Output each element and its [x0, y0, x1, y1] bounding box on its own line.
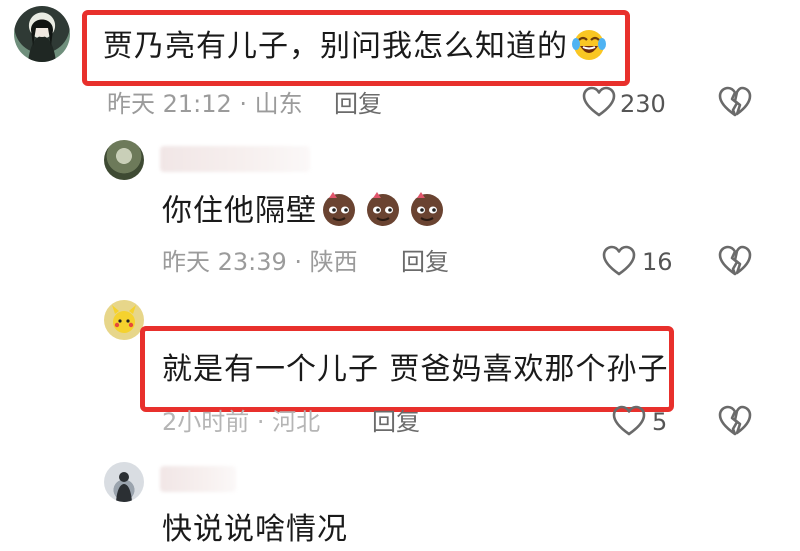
- avatar[interactable]: [14, 6, 70, 62]
- like-count: 230: [620, 90, 666, 118]
- broken-heart-icon[interactable]: [718, 405, 752, 437]
- smirk-emoji: [323, 192, 443, 226]
- broken-heart-icon[interactable]: [718, 86, 752, 118]
- laughing-tears-emoji: [572, 29, 606, 60]
- heart-icon[interactable]: [602, 245, 636, 277]
- username-blurred: [160, 146, 310, 172]
- comment-time: 昨天 23:39 · 陕西: [162, 248, 358, 276]
- avatar[interactable]: [104, 140, 144, 180]
- comment-text: 就是有一个儿子 贾爸妈喜欢那个孙子: [162, 352, 669, 387]
- comment-text: 快说说啥情况: [162, 512, 348, 547]
- comment-time: 2小时前 · 河北: [162, 408, 321, 436]
- reply-button[interactable]: 回复: [334, 92, 382, 116]
- reply-button[interactable]: 回复: [372, 410, 420, 434]
- avatar-portrait-icon: [28, 19, 56, 62]
- avatar[interactable]: [104, 462, 144, 502]
- avatar[interactable]: [104, 300, 144, 340]
- comment-time: 昨天 21:12 · 山东: [107, 90, 303, 118]
- heart-icon[interactable]: [612, 405, 646, 437]
- broken-heart-icon[interactable]: [718, 245, 752, 277]
- heart-icon[interactable]: [582, 86, 616, 118]
- like-count: 5: [652, 408, 668, 436]
- comment-text: 你住他隔壁: [162, 192, 451, 228]
- reply-button[interactable]: 回复: [401, 250, 449, 274]
- like-count: 16: [642, 248, 673, 276]
- username-blurred: [160, 466, 236, 492]
- avatar-figure-icon: [116, 472, 132, 502]
- pikachu-avatar-icon: [112, 305, 136, 333]
- comment-text: 贾乃亮有儿子，别问我怎么知道的: [103, 29, 606, 62]
